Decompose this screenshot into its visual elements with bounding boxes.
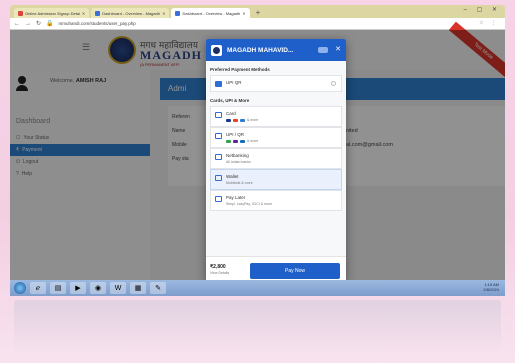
merchant-logo — [211, 44, 222, 56]
qr-icon — [215, 81, 222, 87]
visa-icon — [226, 118, 231, 122]
bank-icon — [215, 154, 222, 160]
checkout-header: MAGADH MAHAVID... ✕ — [206, 39, 346, 61]
pay-now-button[interactable]: Pay Now — [250, 263, 340, 279]
close-icon[interactable]: ✕ — [335, 45, 341, 53]
merchant-name: MAGADH MAHAVID... — [227, 46, 294, 54]
checkout-footer: ₹2,800 View Details Pay Now — [206, 256, 346, 283]
folder-icon[interactable]: ▤ — [50, 282, 66, 294]
tab-label: Dashboard - Overview - Magadh — [102, 10, 161, 16]
language-toggle[interactable] — [318, 47, 328, 53]
tab-favicon-icon — [95, 10, 101, 16]
payment-option-netbanking[interactable]: Netbanking All Indian banks — [210, 148, 342, 169]
start-button[interactable] — [14, 282, 26, 294]
phonepe-icon — [233, 139, 238, 143]
payment-checkout-modal: MAGADH MAHAVID... ✕ Preferred Payment Me… — [206, 39, 346, 283]
window-controls[interactable]: – ▢ ✕ — [464, 6, 501, 13]
browser-tab[interactable]: Online Admission Signup Detai ✕ — [14, 8, 90, 18]
rupay-icon — [240, 118, 245, 122]
address-bar: ← → ↻ 🔒 mmuhandi.com/students/user_pay.p… — [10, 18, 505, 30]
tab-favicon-icon — [18, 10, 23, 16]
word-icon[interactable]: W — [110, 282, 126, 294]
preferred-methods-title: Preferred Payment Methods — [210, 67, 270, 72]
reload-icon[interactable]: ↻ — [36, 20, 41, 27]
browser-tab-active[interactable]: Dashboard - Overview - Magadh ✕ — [171, 8, 250, 18]
chrome-icon[interactable]: ◉ — [90, 282, 106, 294]
ie-icon[interactable]: ℯ — [30, 282, 46, 294]
screen-reflection — [14, 300, 501, 355]
payment-option-pay-later[interactable]: Pay Later Simpl, LazyPay, ICICI & more — [210, 190, 342, 211]
pdf-icon[interactable]: ▦ — [130, 282, 146, 294]
media-player-icon[interactable]: ▶ — [70, 282, 86, 294]
upi-icon — [215, 133, 222, 139]
payment-option-card[interactable]: Card & more — [210, 106, 342, 127]
browser-tab-bar: Online Admission Signup Detai ✕ Dashboar… — [10, 5, 505, 18]
payment-option-upi-qr[interactable]: UPI QR — [210, 75, 342, 92]
paytm-icon — [240, 139, 245, 143]
gpay-icon — [226, 139, 231, 143]
paint-icon[interactable]: ✎ — [150, 282, 166, 294]
url-text[interactable]: mmuhandi.com/students/user_pay.php — [59, 21, 136, 26]
new-tab-icon[interactable]: + — [252, 8, 265, 18]
back-icon[interactable]: ← — [14, 21, 20, 27]
payment-option-upi[interactable]: UPI / QR & more — [210, 127, 342, 148]
lock-icon: 🔒 — [46, 21, 54, 27]
close-tab-icon[interactable]: ✕ — [242, 11, 245, 16]
tab-label: Dashboard - Overview - Magadh — [182, 10, 241, 16]
view-details-link[interactable]: View Details — [210, 271, 229, 275]
payment-amount: ₹2,800 — [210, 264, 226, 270]
browser-tab[interactable]: Dashboard - Overview - Magadh ✕ — [91, 8, 170, 18]
card-icon — [215, 112, 222, 118]
close-tab-icon[interactable]: ✕ — [82, 11, 85, 16]
option-radio[interactable] — [331, 81, 336, 86]
close-tab-icon[interactable]: ✕ — [162, 11, 165, 16]
taskbar: ℯ ▤ ▶ ◉ W ▦ ✎ 1:15 AM 2/8/2024 — [10, 280, 505, 296]
screen: Online Admission Signup Detai ✕ Dashboar… — [10, 5, 505, 285]
tab-label: Online Admission Signup Detai — [25, 10, 80, 16]
system-tray-clock[interactable]: 1:15 AM 2/8/2024 — [483, 282, 499, 292]
tab-favicon-icon — [175, 10, 181, 16]
forward-icon[interactable]: → — [25, 21, 31, 27]
extensions-icon[interactable]: ☆ ⋮ — [479, 20, 499, 26]
payment-option-wallet[interactable]: Wallet Mobikwik & more — [210, 169, 342, 190]
paylater-icon — [215, 196, 222, 202]
checkout-body: Preferred Payment Methods UPI QR Cards, … — [206, 61, 346, 256]
wallet-icon — [215, 175, 222, 181]
mastercard-icon — [233, 118, 238, 122]
all-methods-title: Cards, UPI & More — [210, 98, 250, 103]
